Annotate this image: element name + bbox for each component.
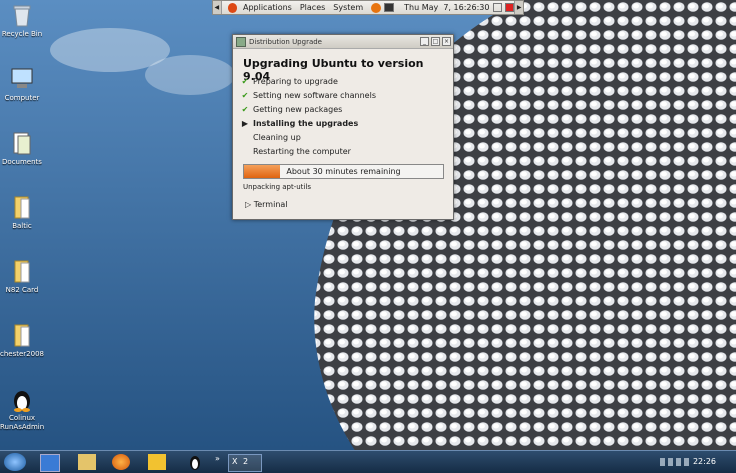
recycle-bin-icon	[9, 2, 35, 28]
documents-icon	[9, 130, 35, 156]
folder-icon	[9, 194, 35, 220]
desktop-icon-label: Recycle Bin	[1, 30, 43, 38]
minimize-button[interactable]: _	[420, 37, 429, 46]
menu-system[interactable]: System	[329, 3, 367, 12]
desktop-icon-label: Documents	[2, 158, 42, 166]
status-text: Unpacking apt-utils	[243, 183, 311, 191]
desktop-icon-baltic[interactable]: Baltic	[0, 194, 44, 231]
desktop-icon-computer[interactable]: Computer	[0, 66, 44, 103]
desktop-icon-label: N82 Card	[5, 286, 39, 294]
tux-taskbar-icon[interactable]	[186, 454, 204, 470]
maximize-button[interactable]: □	[431, 37, 440, 46]
panel-scroll-right-icon[interactable]: ▶	[514, 1, 523, 14]
step-restarting: Restarting the computer	[253, 147, 351, 156]
progress-text: About 30 minutes remaining	[286, 167, 401, 176]
ubuntu-logo-icon	[227, 2, 237, 13]
desktop-icon-label: Baltic	[12, 222, 32, 230]
terminal-label: Terminal	[253, 200, 288, 209]
step-packages: ✔ Getting new packages	[241, 105, 343, 114]
desktop-icon-label: chester2008	[0, 350, 44, 358]
start-button[interactable]	[4, 453, 26, 471]
x-window-icon: X	[232, 457, 238, 466]
windows-taskbar: » X 2 22:26	[0, 450, 736, 473]
dialog-title: Distribution Upgrade	[249, 37, 322, 46]
distribution-upgrade-dialog: Distribution Upgrade _ □ × Upgrading Ubu…	[232, 34, 454, 220]
computer-icon	[9, 66, 35, 92]
panel-clock[interactable]: Thu May 7, 16:26:30	[404, 3, 489, 12]
network-icon[interactable]	[493, 3, 503, 12]
terminal-launcher-icon[interactable]	[384, 3, 395, 12]
desktop-icon-n82-card[interactable]: N82 Card	[0, 258, 44, 295]
folder-icon	[9, 258, 35, 284]
taskbar-window-group[interactable]: X 2	[228, 454, 262, 472]
gnome-top-panel: ◀ Applications Places System Thu May 7, …	[212, 0, 524, 15]
expander-arrow-icon: ▷	[245, 200, 252, 209]
firefox-icon[interactable]	[112, 454, 130, 470]
step-channels: ✔ Setting new software channels	[241, 91, 376, 100]
dialog-titlebar[interactable]: Distribution Upgrade _ □ ×	[233, 35, 453, 49]
window-count: 2	[243, 457, 249, 466]
terminal-expander[interactable]: ▷ Terminal	[245, 200, 288, 209]
desktop-icon-recycle-bin[interactable]: Recycle Bin	[0, 2, 44, 39]
desktop-icon-label: Computer	[4, 94, 40, 102]
menu-applications[interactable]: Applications	[239, 3, 296, 12]
desktop-icon-chester2008[interactable]: chester2008	[0, 322, 44, 359]
check-icon: ✔	[241, 91, 249, 100]
taskbar-clock[interactable]: 22:26	[693, 457, 716, 466]
tux-icon	[9, 386, 35, 412]
tray-icons	[660, 458, 690, 466]
step-preparing: ✔ Preparing to upgrade	[241, 77, 338, 86]
panel-launchers	[371, 2, 395, 13]
panel-tray	[493, 3, 515, 12]
desktop-icon-colinux[interactable]: Colinux RunAsAdmin	[0, 386, 44, 432]
folder-icon	[9, 322, 35, 348]
desktop-icon-label: Colinux RunAsAdmin	[0, 414, 45, 431]
check-icon: ✔	[241, 77, 249, 86]
current-step-arrow-icon: ▶	[241, 119, 249, 128]
desktop-icon-documents[interactable]: Documents	[0, 130, 44, 167]
outlook-icon[interactable]	[148, 454, 166, 470]
close-button[interactable]: ×	[442, 37, 451, 46]
panel-scroll-left-icon[interactable]: ◀	[213, 1, 222, 14]
menu-places[interactable]: Places	[296, 3, 329, 12]
check-icon: ✔	[241, 105, 249, 114]
upgrade-progress-bar: About 30 minutes remaining	[243, 164, 444, 179]
step-cleaning: Cleaning up	[253, 133, 301, 142]
show-desktop-icon[interactable]	[40, 454, 60, 472]
quicklaunch-overflow-icon[interactable]: »	[215, 454, 220, 463]
explorer-icon[interactable]	[78, 454, 96, 470]
firefox-launcher-icon[interactable]	[371, 2, 382, 13]
step-installing: ▶ Installing the upgrades	[241, 119, 359, 128]
update-notifier-icon[interactable]	[505, 3, 515, 12]
upgrade-app-icon	[236, 36, 246, 47]
